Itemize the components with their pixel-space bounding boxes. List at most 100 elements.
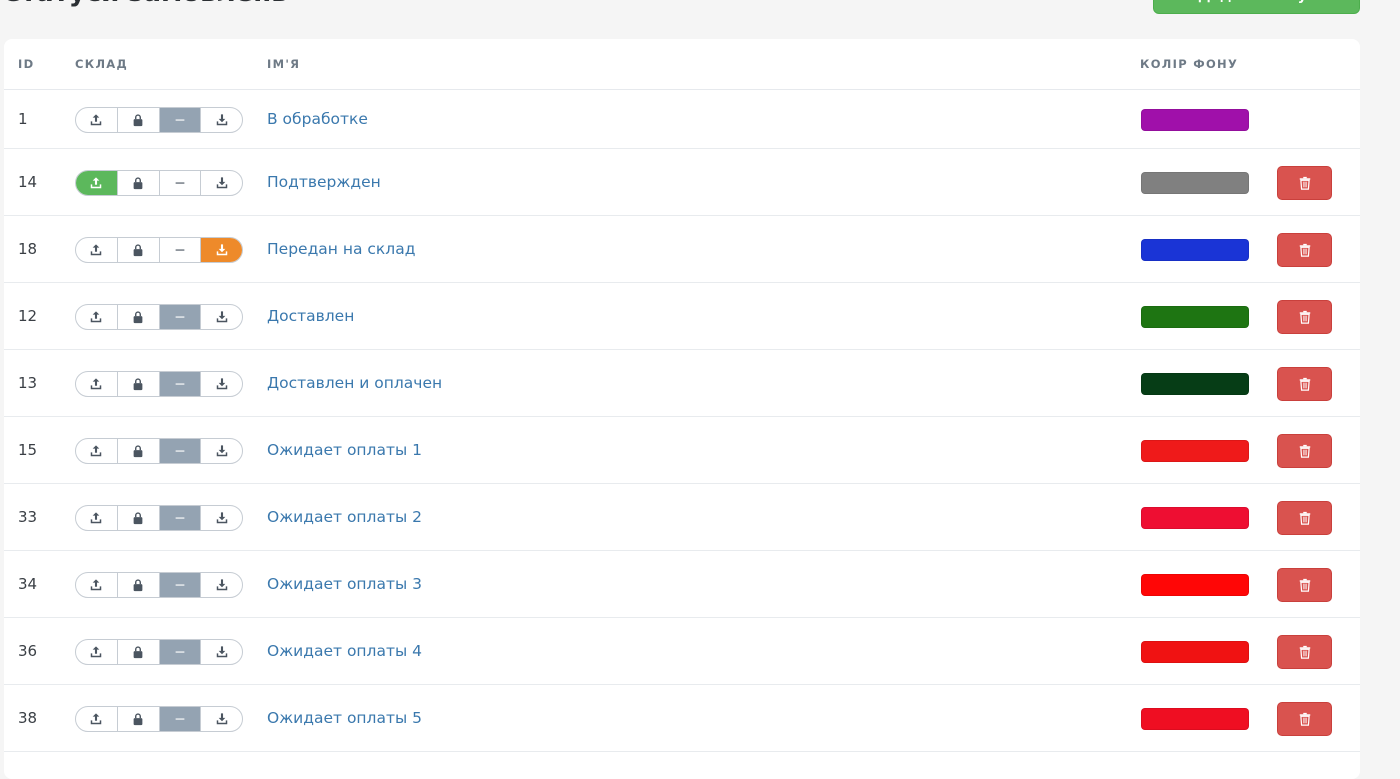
warehouse-none-button[interactable] <box>159 304 202 329</box>
warehouse-none-button[interactable] <box>160 170 202 195</box>
status-name-link[interactable]: Доставлен <box>267 307 354 325</box>
warehouse-upload-button[interactable] <box>76 237 118 262</box>
status-name-link[interactable]: Передан на склад <box>267 240 415 258</box>
status-name-link[interactable]: Доставлен и оплачен <box>267 374 442 392</box>
warehouse-lock-button[interactable] <box>118 371 160 396</box>
warehouse-toggle-group <box>75 169 243 196</box>
status-name-link[interactable]: Ожидает оплаты 3 <box>267 575 422 593</box>
warehouse-upload-button[interactable] <box>76 438 118 463</box>
dash-icon <box>173 377 187 391</box>
warehouse-download-button[interactable] <box>201 506 242 530</box>
bg-color-swatch[interactable] <box>1141 238 1249 261</box>
dash-icon <box>173 113 187 127</box>
delete-button[interactable] <box>1277 165 1332 200</box>
table-row: 33 Ожидает оплаты 2 <box>4 484 1360 551</box>
status-id: 13 <box>18 373 38 392</box>
trash-icon <box>1298 712 1312 726</box>
delete-button[interactable] <box>1277 299 1332 334</box>
warehouse-lock-button[interactable] <box>118 706 160 731</box>
warehouse-upload-button[interactable] <box>76 170 118 195</box>
warehouse-none-button[interactable] <box>159 639 202 664</box>
warehouse-none-button[interactable] <box>159 572 202 597</box>
warehouse-lock-button[interactable] <box>118 237 160 262</box>
warehouse-toggle-group <box>75 106 243 133</box>
warehouse-lock-button[interactable] <box>118 170 160 195</box>
warehouse-lock-button[interactable] <box>118 107 160 132</box>
bg-color-swatch[interactable] <box>1141 573 1249 596</box>
dash-icon <box>173 176 187 190</box>
delete-button[interactable] <box>1277 500 1332 535</box>
delete-button[interactable] <box>1277 232 1332 267</box>
warehouse-lock-button[interactable] <box>118 572 160 597</box>
warehouse-upload-button[interactable] <box>76 706 118 731</box>
warehouse-upload-button[interactable] <box>76 304 118 329</box>
status-name-link[interactable]: Подтвержден <box>267 173 381 191</box>
delete-button[interactable] <box>1277 366 1332 401</box>
trash-icon <box>1298 377 1312 391</box>
trash-icon <box>1298 511 1312 525</box>
delete-button[interactable] <box>1277 701 1332 736</box>
status-name-link[interactable]: Ожидает оплаты 2 <box>267 508 422 526</box>
delete-button[interactable] <box>1277 433 1332 468</box>
warehouse-lock-button[interactable] <box>118 505 160 530</box>
bg-color-swatch[interactable] <box>1141 305 1249 328</box>
bg-color-swatch[interactable] <box>1141 439 1249 462</box>
warehouse-none-button[interactable] <box>159 505 202 530</box>
status-id: 15 <box>18 440 38 459</box>
warehouse-download-button[interactable] <box>201 108 242 132</box>
column-header-warehouse[interactable]: СКЛАД <box>75 57 128 71</box>
status-name-link[interactable]: В обработке <box>267 110 368 128</box>
delete-button[interactable] <box>1277 567 1332 602</box>
warehouse-download-button[interactable] <box>201 573 242 597</box>
warehouse-download-button[interactable] <box>201 707 242 731</box>
bg-color-swatch[interactable] <box>1141 707 1249 730</box>
warehouse-download-button[interactable] <box>201 237 242 262</box>
table-row: 14 Подтвержден <box>4 149 1360 216</box>
warehouse-none-button[interactable] <box>159 371 202 396</box>
bg-color-swatch[interactable] <box>1141 372 1249 395</box>
column-header-id[interactable]: ID <box>18 57 34 71</box>
download-icon <box>215 578 229 592</box>
delete-button[interactable] <box>1277 634 1332 669</box>
download-icon <box>215 712 229 726</box>
warehouse-lock-button[interactable] <box>118 438 160 463</box>
lock-icon <box>131 176 145 190</box>
warehouse-download-button[interactable] <box>201 171 242 195</box>
table-row: 38 Ожидает оплаты 5 <box>4 685 1360 752</box>
status-name-link[interactable]: Ожидает оплаты 1 <box>267 441 422 459</box>
trash-icon <box>1298 176 1312 190</box>
upload-icon <box>89 511 103 525</box>
warehouse-download-button[interactable] <box>201 640 242 664</box>
warehouse-download-button[interactable] <box>201 439 242 463</box>
bg-color-swatch[interactable] <box>1141 640 1249 663</box>
upload-icon <box>89 444 103 458</box>
lock-icon <box>131 377 145 391</box>
warehouse-upload-button[interactable] <box>76 371 118 396</box>
table-row: 12 Доставлен <box>4 283 1360 350</box>
warehouse-upload-button[interactable] <box>76 639 118 664</box>
warehouse-none-button[interactable] <box>160 237 202 262</box>
table-row: 1 В обработке <box>4 90 1360 149</box>
warehouse-download-button[interactable] <box>201 305 242 329</box>
warehouse-upload-button[interactable] <box>76 572 118 597</box>
column-header-bg-color[interactable]: КОЛІР ФОНУ <box>1140 57 1238 71</box>
status-name-link[interactable]: Ожидает оплаты 5 <box>267 709 422 727</box>
table-row: 13 Доставлен и оплачен <box>4 350 1360 417</box>
warehouse-none-button[interactable] <box>159 438 202 463</box>
upload-icon <box>89 377 103 391</box>
add-status-button[interactable]: Додати статус <box>1153 0 1360 14</box>
bg-color-swatch[interactable] <box>1141 506 1249 529</box>
warehouse-download-button[interactable] <box>201 372 242 396</box>
bg-color-swatch[interactable] <box>1141 108 1249 131</box>
status-name-link[interactable]: Ожидает оплаты 4 <box>267 642 422 660</box>
bg-color-swatch[interactable] <box>1141 171 1249 194</box>
warehouse-lock-button[interactable] <box>118 639 160 664</box>
upload-icon <box>89 578 103 592</box>
warehouse-upload-button[interactable] <box>76 505 118 530</box>
warehouse-none-button[interactable] <box>159 706 202 731</box>
warehouse-none-button[interactable] <box>159 107 202 132</box>
warehouse-toggle-group <box>75 303 243 330</box>
warehouse-lock-button[interactable] <box>118 304 160 329</box>
warehouse-upload-button[interactable] <box>76 107 118 132</box>
column-header-name[interactable]: ІМ'Я <box>267 57 300 71</box>
